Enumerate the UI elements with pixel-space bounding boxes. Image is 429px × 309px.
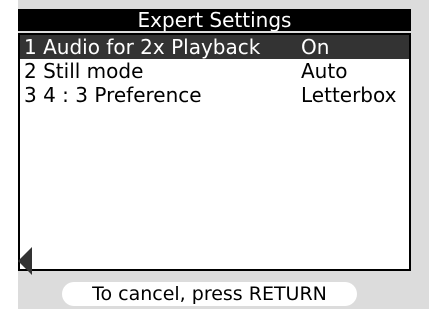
page-title: Expert Settings bbox=[18, 9, 411, 31]
menu-item-value: Auto bbox=[301, 59, 348, 83]
left-triangle-icon[interactable] bbox=[18, 247, 32, 275]
menu-item-audio-for-2x-playback[interactable]: 1 Audio for 2x Playback On bbox=[20, 35, 409, 59]
menu-item-still-mode[interactable]: 2 Still mode Auto bbox=[20, 59, 409, 83]
menu-item-text: Still mode bbox=[43, 59, 144, 83]
menu-item-4-3-preference[interactable]: 3 4 : 3 Preference Letterbox bbox=[20, 83, 409, 107]
settings-menu: 1 Audio for 2x Playback On 2 Still mode … bbox=[18, 33, 411, 271]
menu-item-text: 4 : 3 Preference bbox=[43, 83, 202, 107]
menu-item-value: Letterbox bbox=[301, 83, 397, 107]
menu-item-value: On bbox=[301, 35, 330, 59]
cancel-hint: To cancel, press RETURN bbox=[62, 282, 357, 306]
menu-item-number: 3 bbox=[24, 83, 37, 107]
menu-item-number: 2 bbox=[24, 59, 37, 83]
menu-item-number: 1 bbox=[24, 35, 37, 59]
menu-item-label: 3 4 : 3 Preference bbox=[24, 83, 202, 107]
menu-item-label: 1 Audio for 2x Playback bbox=[24, 35, 260, 59]
menu-item-label: 2 Still mode bbox=[24, 59, 143, 83]
menu-item-text: Audio for 2x Playback bbox=[43, 35, 261, 59]
